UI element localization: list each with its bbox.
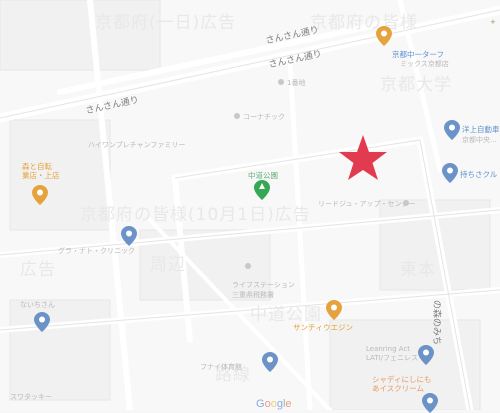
ghost-text: 京都府(一日)広告	[95, 13, 237, 33]
place-label: ないちさん	[20, 301, 55, 309]
place-label: Leanring Act LATI/フェニレス	[366, 345, 419, 362]
place-pin-icon[interactable]	[418, 345, 434, 365]
ghost-text: 京都府の皆様(10月1日)広告	[80, 205, 311, 225]
ghost-text: 京都大学	[380, 75, 452, 95]
place-pin-icon[interactable]	[121, 226, 137, 246]
poi-label: +	[490, 18, 496, 26]
ghost-text: 京都府の皆様	[310, 13, 418, 33]
logo-letter: G	[256, 398, 265, 410]
logo-letter: e	[285, 398, 292, 410]
place-pin-icon[interactable]	[262, 352, 278, 372]
poi-dot[interactable]	[234, 113, 240, 119]
poi-label: リードジュ・アップ・センター	[318, 200, 416, 208]
poi-label: 三重県税務署	[232, 291, 274, 299]
place-pin-icon[interactable]	[34, 312, 50, 332]
poi-label: スワタッキー	[10, 393, 52, 401]
poi-label: ライフステーション	[232, 281, 295, 289]
place-label: 持ちさクル	[460, 170, 498, 179]
food-pin-icon[interactable]	[376, 26, 392, 46]
place-label: シャディにしにも あイスクリーム	[372, 375, 432, 393]
place-label: 洋上自動車	[462, 125, 500, 134]
food-pin-icon[interactable]	[32, 185, 48, 205]
place-pin-icon[interactable]	[422, 393, 438, 413]
place-label: サンチィウエジン	[293, 323, 353, 332]
poi-label: 1番地	[287, 79, 306, 87]
place-pin-icon[interactable]	[444, 120, 460, 140]
poi-label: コーナチック	[243, 113, 285, 121]
street-label: の森のみち	[431, 300, 441, 346]
ghost-text: 東本	[400, 260, 436, 280]
poi-dot[interactable]	[403, 200, 409, 206]
poi-dot[interactable]	[245, 263, 251, 269]
ghost-text: 周辺	[150, 255, 186, 275]
place-sublabel: ミックス京都店	[400, 60, 449, 68]
food-pin-icon[interactable]	[326, 300, 342, 320]
google-logo: Google	[256, 398, 292, 410]
place-sublabel: 京都中央...	[462, 136, 497, 144]
star-marker-icon[interactable]	[337, 133, 389, 183]
place-label: フナイ体育館	[200, 363, 242, 371]
ghost-text: 広告	[20, 260, 56, 280]
place-pin-icon[interactable]	[442, 163, 458, 183]
place-label: グラ・ナト・クリニック	[58, 247, 135, 255]
park-pin-icon[interactable]	[254, 180, 270, 200]
poi-dot[interactable]	[278, 79, 284, 85]
poi-label: ハイワンプレチャンファミリー	[88, 141, 186, 149]
place-label: 森と自転 業店・上店	[22, 162, 60, 180]
